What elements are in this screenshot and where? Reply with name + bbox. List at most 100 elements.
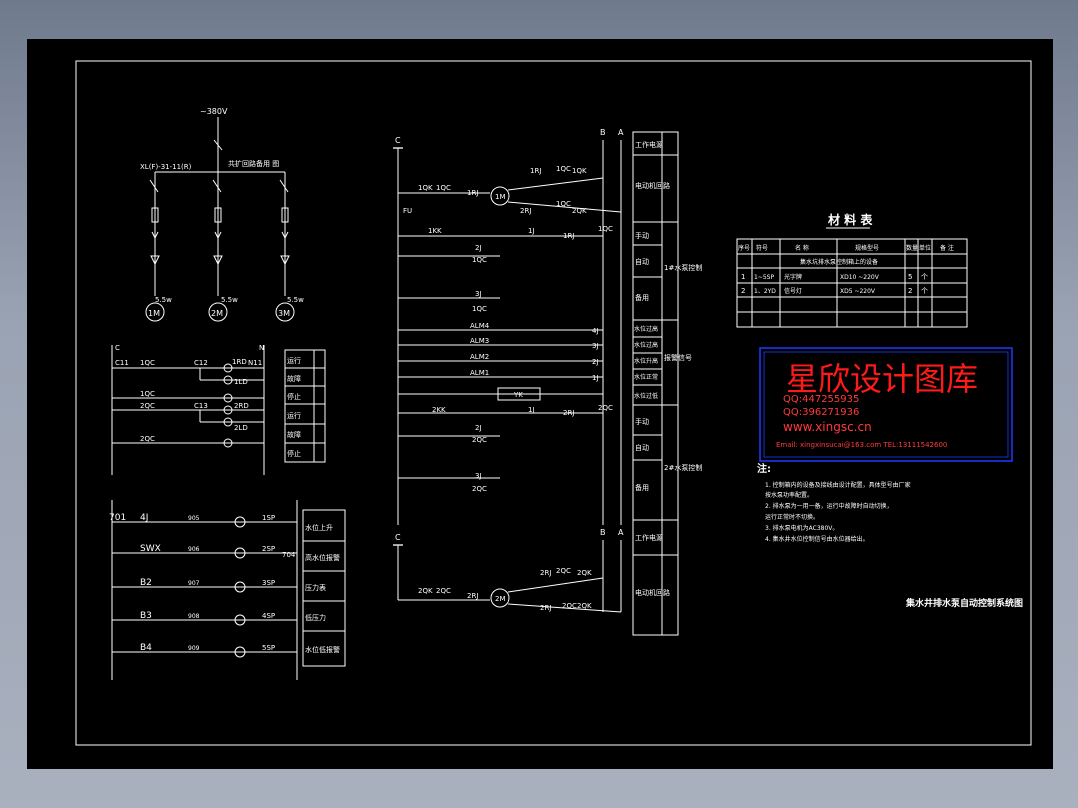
watermark-box: 星欣设计图库 QQ:447255935 QQ:396271936 www.xin… bbox=[759, 347, 1013, 462]
signal-lamp-circuit: C N C11 1QC C12 1RD N11 1LD 1QC 2QC C13 … bbox=[111, 344, 326, 475]
signal-rail-n: N bbox=[259, 344, 264, 352]
lower-2m: 2M bbox=[495, 595, 506, 603]
func-11: 手动 bbox=[635, 417, 649, 426]
note-4: 运行正常时不切换。 bbox=[765, 513, 819, 521]
lower-rail-c: C bbox=[395, 533, 401, 542]
alarm-wire-out: 704 bbox=[282, 551, 296, 559]
func-4: 自动 bbox=[635, 257, 649, 266]
control-lower-circuit: C B A 2QK 2QC 2RJ 2M 2RJ 2QC 2QK 2RJ 2QC… bbox=[393, 528, 624, 613]
mt-h-no: 序号 bbox=[738, 244, 750, 252]
ctl-2qc-c: 2QC bbox=[472, 485, 487, 493]
drawing-frame bbox=[75, 60, 1032, 746]
alarm-row-4-wire: 908 bbox=[188, 613, 200, 620]
ctl-2j-coil: 2J bbox=[592, 358, 599, 366]
func-8: 水位升高 bbox=[634, 357, 658, 365]
ctl-4j: 4J bbox=[592, 327, 599, 335]
signal-label-2qc-2: 2QC bbox=[140, 435, 155, 443]
func-10: 水位过低 bbox=[634, 392, 658, 400]
signal-state-5: 故障 bbox=[287, 430, 301, 439]
motor-1-power: 5.5w bbox=[155, 296, 172, 304]
watermark-site: www.xingsc.cn bbox=[783, 420, 872, 434]
alarm-desc-2: 高水位报警 bbox=[305, 553, 340, 562]
signal-label-c13: C13 bbox=[194, 402, 208, 410]
signal-label-1qc-2: 1QC bbox=[140, 390, 155, 398]
ctl-2qc-b: 2QC bbox=[472, 436, 487, 444]
mt-r1-name: 光字牌 bbox=[784, 273, 802, 281]
motor-2-label: 2M bbox=[211, 309, 223, 318]
breaker-label: XL(F)-31-11(R) bbox=[140, 163, 192, 171]
lower-rail-b: B bbox=[600, 528, 606, 537]
mt-r2-unit: 个 bbox=[921, 287, 928, 295]
material-table-title: 材 料 表 bbox=[827, 212, 873, 227]
alarm-row-2-wire: 906 bbox=[188, 546, 200, 553]
signal-state-table bbox=[284, 349, 326, 463]
alarm-row-4-label: B3 bbox=[140, 611, 152, 621]
signal-state-2: 故障 bbox=[287, 374, 301, 383]
lower-2qk-c: 2QK bbox=[577, 602, 592, 610]
lower-rail-a: A bbox=[618, 528, 624, 537]
mt-h-symbol: 符号 bbox=[756, 244, 768, 252]
alarm-row-3-wire: 907 bbox=[188, 580, 200, 587]
signal-label-1ld: 1LD bbox=[234, 378, 248, 386]
note-2: 按水泵功率配置。 bbox=[765, 491, 813, 499]
mt-r2-model: XD5 ~220V bbox=[840, 288, 876, 295]
mt-r2-symbol: 1、2YD bbox=[754, 288, 776, 295]
func-6: 水位过高 bbox=[634, 325, 658, 333]
signal-state-3: 停止 bbox=[287, 392, 301, 401]
watermark-qq1: QQ:447255935 bbox=[783, 394, 859, 405]
func-15: 电动机回路 bbox=[635, 588, 670, 597]
note-5: 3. 排水泵电机为AC380V。 bbox=[765, 524, 838, 532]
ctl-alm3: ALM3 bbox=[470, 337, 489, 345]
signal-state-1: 运行 bbox=[287, 356, 301, 365]
motor-3-label: 3M bbox=[278, 309, 290, 318]
side-label-3: 2#水泵控制 bbox=[664, 463, 702, 472]
signal-label-1rd: 1RD bbox=[232, 358, 247, 366]
lower-2rj: 2RJ bbox=[467, 592, 478, 600]
motor-3-power: 5.5w bbox=[287, 296, 304, 304]
ctl-2rj: 2RJ bbox=[520, 207, 531, 215]
alarm-row-1-relay: 4J bbox=[140, 513, 148, 523]
signal-state-4: 运行 bbox=[287, 411, 301, 420]
signal-label-c11: C11 bbox=[115, 359, 129, 367]
motor-2-power: 5.5w bbox=[221, 296, 238, 304]
ctl-1qc-b: 1QC bbox=[556, 165, 571, 173]
lower-2rj-c: 2RJ bbox=[540, 604, 551, 612]
alarm-row-3-lamp: 3SP bbox=[262, 579, 275, 587]
alarm-desc-1: 水位上升 bbox=[305, 523, 333, 532]
mt-h-name: 名 称 bbox=[795, 244, 809, 252]
ctl-1j-coil: 1J bbox=[592, 374, 599, 382]
mt-h-remark: 备 注 bbox=[940, 244, 954, 252]
control-labels-top: 1QK 1QC 1RJ 1M 1RJ 1QC 1QK 2RJ 1QC 2QK F… bbox=[403, 165, 613, 493]
alarm-desc-4: 低压力 bbox=[305, 613, 326, 622]
notes-heading: 注: bbox=[757, 462, 771, 475]
watermark-qq2: QQ:396271936 bbox=[783, 407, 859, 418]
ctl-alm2: ALM2 bbox=[470, 353, 489, 361]
note-3: 2. 排水泵为一用一备，运行中故障时自动切换， bbox=[765, 502, 893, 510]
ctl-1rj-c: 1RJ bbox=[563, 232, 574, 240]
watermark-contact: Email: xingxinsucai@163.com TEL:13111542… bbox=[776, 441, 947, 449]
mt-r2-name: 信号灯 bbox=[784, 287, 802, 295]
alarm-row-4-lamp: 4SP bbox=[262, 612, 275, 620]
ctl-2j: 2J bbox=[475, 244, 482, 252]
control-function-table: 工作电源 电动机回路 手动 自动 备用 水位过高 水位过高 水位升高 水位正常 … bbox=[632, 131, 702, 636]
mt-h-model: 规格型号 bbox=[855, 244, 879, 252]
ctl-2qc-coil: 2QC bbox=[598, 404, 613, 412]
ctl-1qc-e: 1QC bbox=[472, 305, 487, 313]
mt-h-unit: 单位 bbox=[919, 244, 931, 252]
func-7: 水位过高 bbox=[634, 341, 658, 349]
func-9: 水位正常 bbox=[634, 373, 658, 381]
ctl-1kk: 1KK bbox=[428, 227, 442, 235]
ctl-1qc-c: 1QC bbox=[556, 200, 571, 208]
watermark-title: 星欣设计图库 bbox=[786, 360, 978, 398]
rail-label-a: A bbox=[618, 128, 624, 137]
func-5: 备用 bbox=[635, 293, 649, 302]
ctl-1m: 1M bbox=[495, 193, 506, 201]
mt-r1-symbol: 1~5SP bbox=[754, 274, 774, 281]
ctl-1qc-d: 1QC bbox=[472, 256, 487, 264]
ctl-1j-b: 1J bbox=[528, 406, 535, 414]
supply-label: ~380V bbox=[200, 107, 228, 116]
func-1: 工作电源 bbox=[635, 140, 663, 149]
ctl-yk: YK bbox=[513, 391, 523, 399]
signal-label-n11: N11 bbox=[248, 359, 262, 367]
alarm-row-2-label: SWX bbox=[140, 544, 161, 554]
